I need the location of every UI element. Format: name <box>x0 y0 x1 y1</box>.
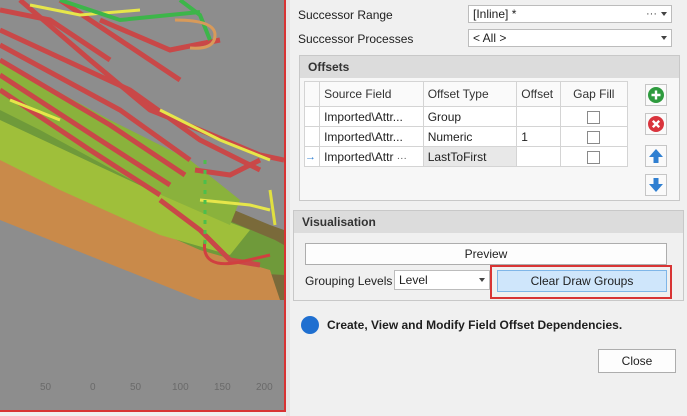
source-field-cell[interactable]: Imported\Attr... <box>319 106 424 127</box>
current-row-arrow-icon: → <box>303 146 321 167</box>
offset-cell[interactable] <box>516 146 561 167</box>
successor-processes-label: Successor Processes <box>298 32 414 46</box>
offsets-table: Source Field Offset Type Offset Gap Fill… <box>303 81 629 167</box>
visualisation-title: Visualisation <box>294 211 683 233</box>
ellipsis-icon[interactable]: ··· <box>397 153 407 164</box>
info-text: Create, View and Modify Field Offset Dep… <box>327 318 623 332</box>
move-down-icon <box>649 178 663 192</box>
gap-fill-cell <box>559 146 629 167</box>
table-header-row: Source Field Offset Type Offset Gap Fill <box>303 81 629 107</box>
chevron-down-icon[interactable] <box>661 36 667 40</box>
successor-processes-dropdown[interactable]: < All > <box>468 29 672 47</box>
source-field-cell[interactable]: Imported\Attr... <box>319 126 424 147</box>
column-header[interactable]: Offset Type <box>422 81 518 107</box>
remove-row-button[interactable] <box>645 113 667 135</box>
3d-viewport[interactable]: 50 0 50 100 150 200 <box>0 0 286 412</box>
remove-icon <box>648 116 664 132</box>
table-row[interactable]: Imported\Attr... Group <box>303 106 629 127</box>
model-render <box>0 0 284 300</box>
add-row-button[interactable] <box>645 84 667 106</box>
chevron-down-icon[interactable] <box>661 12 667 16</box>
grouping-levels-dropdown[interactable]: Level <box>394 270 490 290</box>
close-button[interactable]: Close <box>598 349 676 373</box>
successor-processes-value: < All > <box>473 31 507 45</box>
successor-range-field[interactable]: [Inline] * ··· <box>468 5 672 23</box>
axis-label: 100 <box>172 382 189 393</box>
column-header[interactable]: Offset <box>516 81 561 107</box>
successor-range-label: Successor Range <box>298 8 393 22</box>
offset-type-cell[interactable]: LastToFirst <box>422 146 518 167</box>
grouping-levels-value: Level <box>399 273 428 287</box>
source-field-value: Imported\Attr... <box>324 109 403 124</box>
table-row[interactable]: → Imported\Attr ··· LastToFirst <box>303 146 629 167</box>
offsets-group: Offsets Source Field Offset Type Offset … <box>299 55 680 201</box>
gap-fill-cell <box>559 126 629 147</box>
axis-label: 50 <box>130 382 142 393</box>
source-field-cell[interactable]: Imported\Attr ··· <box>319 146 424 167</box>
column-header[interactable]: Source Field <box>319 81 424 107</box>
row-indicator <box>303 126 321 147</box>
table-row[interactable]: Imported\Attr... Numeric 1 <box>303 126 629 147</box>
source-field-value: Imported\Attr... <box>324 129 403 144</box>
chevron-down-icon[interactable] <box>479 278 485 282</box>
offset-cell[interactable]: 1 <box>516 126 561 147</box>
move-down-button[interactable] <box>645 174 667 196</box>
info-icon <box>301 316 319 334</box>
gap-fill-cell <box>559 106 629 127</box>
gap-fill-checkbox[interactable] <box>587 150 601 164</box>
offsets-panel: Successor Range [Inline] * ··· Successor… <box>290 0 687 416</box>
visualisation-group: Visualisation Preview Grouping Levels Le… <box>293 210 684 301</box>
move-up-icon <box>649 149 663 163</box>
offsets-title: Offsets <box>300 56 679 78</box>
offset-type-cell[interactable]: Group <box>422 106 518 127</box>
add-icon <box>648 87 664 103</box>
axis-label: 150 <box>214 382 231 393</box>
axis-label: 0 <box>90 382 96 393</box>
row-indicator-header <box>303 81 321 107</box>
gap-fill-checkbox[interactable] <box>587 110 601 124</box>
row-indicator <box>303 106 321 127</box>
clear-draw-groups-button[interactable]: Clear Draw Groups <box>497 270 667 292</box>
grouping-levels-label: Grouping Levels <box>305 274 393 288</box>
offset-type-cell[interactable]: Numeric <box>422 126 518 147</box>
column-header[interactable]: Gap Fill <box>559 81 629 107</box>
ellipsis-icon[interactable]: ··· <box>646 6 657 22</box>
preview-button[interactable]: Preview <box>305 243 667 265</box>
axis-label: 200 <box>256 382 273 393</box>
successor-range-value: [Inline] * <box>473 7 517 21</box>
gap-fill-checkbox[interactable] <box>587 130 601 144</box>
offset-cell[interactable] <box>516 106 561 127</box>
axis-label: 50 <box>40 382 52 393</box>
source-field-value: Imported\Attr <box>324 149 394 164</box>
move-up-button[interactable] <box>645 145 667 167</box>
